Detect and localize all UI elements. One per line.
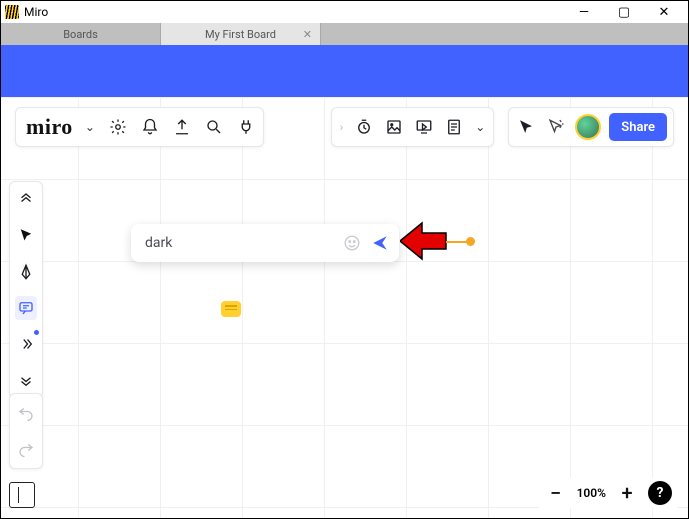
timer-icon[interactable] bbox=[353, 116, 375, 138]
redo-icon[interactable] bbox=[15, 438, 37, 460]
collab-bar: Share bbox=[508, 107, 674, 147]
search-icon[interactable] bbox=[203, 116, 225, 138]
collapse-down-icon[interactable] bbox=[15, 368, 37, 392]
board-menu-bar: miro ⌄ bbox=[15, 107, 264, 147]
tools-more-chevron-icon[interactable]: ⌄ bbox=[473, 120, 487, 134]
cursor-follow-icon[interactable] bbox=[515, 116, 537, 138]
tab-bar: Boards My First Board ✕ bbox=[1, 23, 688, 45]
tools-left-chevron-icon[interactable]: › bbox=[338, 120, 346, 134]
tools-sidebar bbox=[9, 181, 43, 399]
comment-input[interactable] bbox=[145, 235, 335, 251]
board-canvas[interactable] bbox=[1, 97, 688, 518]
comment-marker-icon[interactable] bbox=[221, 301, 241, 317]
zoom-level-label[interactable]: 100% bbox=[577, 486, 606, 500]
window-minimize-button[interactable]: — bbox=[564, 1, 604, 23]
comment-input-popover bbox=[131, 224, 399, 262]
share-button[interactable]: Share bbox=[609, 113, 667, 141]
reactions-icon[interactable] bbox=[545, 116, 567, 138]
board-menu-chevron-icon[interactable]: ⌄ bbox=[83, 120, 97, 134]
tab-label: My First Board bbox=[205, 28, 276, 41]
comment-anchor-dot[interactable] bbox=[466, 237, 475, 246]
help-button[interactable]: ? bbox=[648, 481, 672, 505]
frames-panel-button[interactable] bbox=[9, 482, 35, 508]
frame-icon[interactable] bbox=[383, 116, 405, 138]
zoom-out-button[interactable]: − bbox=[545, 482, 567, 504]
pen-tool-icon[interactable] bbox=[15, 260, 37, 284]
present-screen-icon[interactable] bbox=[413, 116, 435, 138]
collapse-up-icon[interactable] bbox=[15, 188, 37, 212]
comment-tool-icon[interactable] bbox=[15, 296, 37, 320]
canvas-grid bbox=[1, 97, 688, 518]
select-cursor-tool-icon[interactable] bbox=[15, 224, 37, 248]
notification-banner bbox=[1, 45, 688, 97]
window-title: Miro bbox=[24, 5, 48, 19]
plug-integrations-icon[interactable] bbox=[235, 116, 257, 138]
window-maximize-button[interactable]: ▢ bbox=[604, 1, 644, 23]
history-bar bbox=[9, 393, 43, 469]
zoom-controls: − 100% + ? bbox=[539, 478, 678, 508]
annotation-red-arrow bbox=[400, 219, 448, 263]
more-tools-icon[interactable] bbox=[15, 332, 37, 356]
comment-connector-line bbox=[446, 241, 468, 243]
tab-label: Boards bbox=[63, 28, 98, 41]
window-titlebar: Miro — ▢ ✕ bbox=[1, 1, 688, 23]
notifications-bell-icon[interactable] bbox=[139, 116, 161, 138]
tab-boards[interactable]: Boards bbox=[1, 23, 161, 45]
undo-icon[interactable] bbox=[15, 402, 37, 424]
notes-list-icon[interactable] bbox=[443, 116, 465, 138]
zoom-in-button[interactable]: + bbox=[616, 482, 638, 504]
send-comment-icon[interactable] bbox=[369, 232, 391, 254]
export-upload-icon[interactable] bbox=[171, 116, 193, 138]
emoji-picker-icon[interactable] bbox=[341, 232, 363, 254]
close-tab-icon[interactable]: ✕ bbox=[303, 28, 312, 41]
presentation-tools-bar: › ⌄ bbox=[331, 107, 495, 147]
tab-my-first-board[interactable]: My First Board ✕ bbox=[161, 23, 321, 45]
window-close-button[interactable]: ✕ bbox=[644, 1, 684, 23]
settings-gear-icon[interactable] bbox=[107, 116, 129, 138]
miro-logo[interactable]: miro bbox=[26, 114, 73, 140]
miro-app-icon bbox=[5, 5, 19, 19]
user-avatar[interactable] bbox=[575, 114, 601, 140]
